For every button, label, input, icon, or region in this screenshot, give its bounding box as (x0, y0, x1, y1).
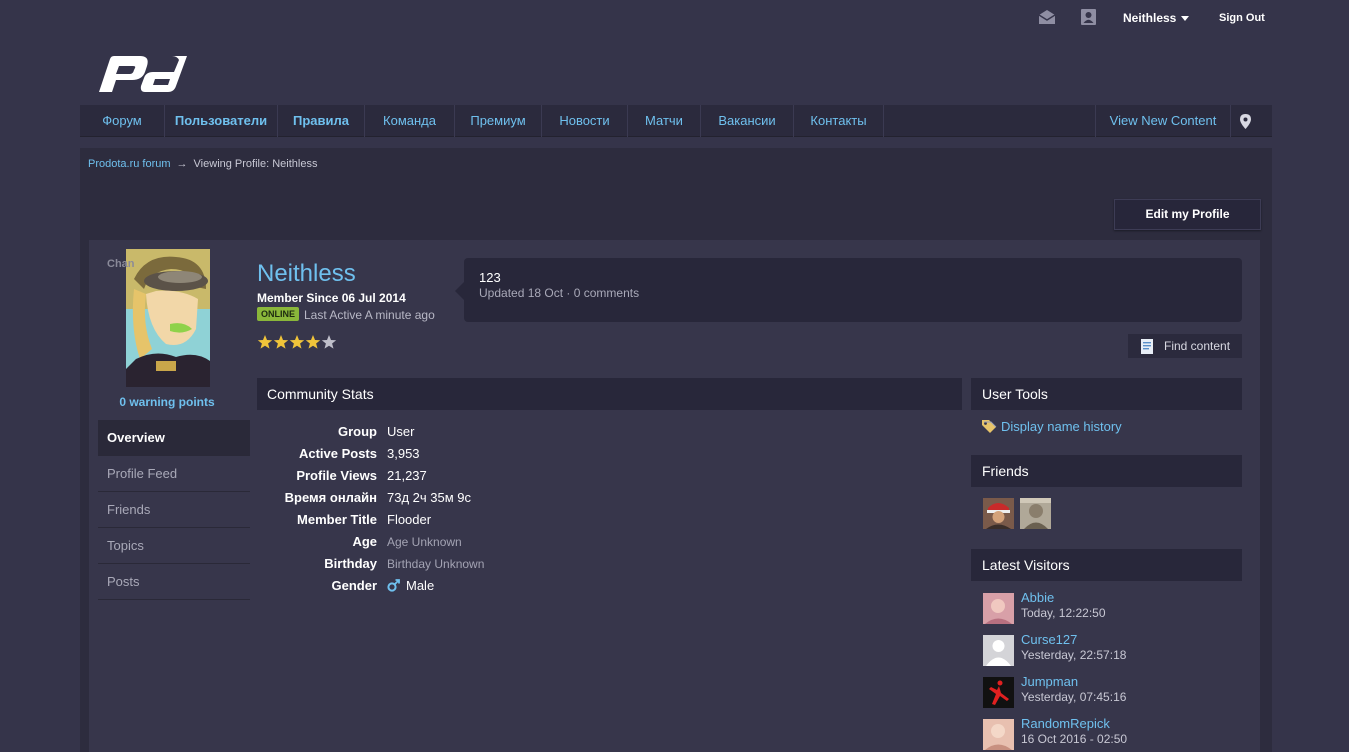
stat-row-age: Age Age Unknown (257, 531, 657, 553)
user-menu-button[interactable]: Neithless (1123, 11, 1176, 25)
user-tools-header: User Tools (971, 378, 1242, 410)
visitor-item: Curse127 Yesterday, 22:57:18 (983, 632, 1243, 668)
visitor-name-link[interactable]: Curse127 (1021, 632, 1077, 647)
nav-item-rules[interactable]: Правила (278, 105, 365, 137)
visitor-name-link[interactable]: Abbie (1021, 590, 1054, 605)
nav-item-matches[interactable]: Матчи (628, 105, 701, 137)
breadcrumb-arrow: → (176, 158, 188, 170)
stat-row-gender: Gender Male (257, 575, 657, 597)
stat-row-birthday: Birthday Birthday Unknown (257, 553, 657, 575)
view-new-content-link[interactable]: View New Content (1095, 105, 1231, 137)
nav-item-premium[interactable]: Премиум (455, 105, 542, 137)
stat-row-online-time: Время онлайн 73д 2ч 35м 9с (257, 487, 657, 509)
stat-row-profile-views: Profile Views 21,237 (257, 465, 657, 487)
friend-avatar[interactable] (983, 498, 1014, 529)
chevron-down-icon[interactable] (1181, 16, 1189, 21)
friend-avatar[interactable] (1020, 498, 1051, 529)
visitor-name-link[interactable]: Jumpman (1021, 674, 1078, 689)
mail-icon[interactable] (1038, 9, 1056, 25)
stat-value: 73д 2ч 35м 9с (387, 490, 472, 505)
profile-side-menu: Overview Profile Feed Friends Topics Pos… (98, 420, 250, 600)
breadcrumb: Prodota.ru forum → Viewing Profile: Neithl… (88, 158, 317, 170)
tab-topics[interactable]: Topics (98, 528, 250, 564)
breadcrumb-current: Viewing Profile: Neithless (193, 158, 318, 170)
map-pin-icon[interactable] (1240, 114, 1251, 129)
male-icon (387, 579, 400, 592)
document-icon (1141, 339, 1153, 354)
stat-row-member-title: Member Title Flooder (257, 509, 657, 531)
visitor-avatar[interactable] (983, 593, 1014, 624)
rating-stars[interactable] (257, 334, 337, 350)
visitor-avatar[interactable] (983, 677, 1014, 708)
star-filled-icon[interactable] (289, 334, 305, 350)
visitor-time: 16 Oct 2016 - 02:50 (1021, 732, 1128, 746)
stat-label: Время онлайн (284, 490, 377, 505)
stat-label: Active Posts (298, 446, 377, 461)
visitor-item: Abbie Today, 12:22:50 (983, 590, 1243, 626)
nav-item-users[interactable]: Пользователи (165, 105, 278, 137)
stat-value: Birthday Unknown (387, 557, 485, 571)
visitor-avatar[interactable] (983, 635, 1014, 666)
visitor-avatar[interactable] (983, 719, 1014, 750)
sign-out-link[interactable]: Sign Out (1219, 12, 1265, 24)
last-active: Last Active A minute ago (304, 308, 435, 322)
stat-value-gender: Male (387, 575, 434, 597)
stat-value: 3,953 (387, 446, 420, 461)
stat-value: Age Unknown (387, 535, 462, 549)
warning-points-link[interactable]: 0 warning points (89, 395, 245, 409)
visitor-time: Today, 12:22:50 (1021, 606, 1106, 620)
edit-profile-button[interactable]: Edit my Profile (1114, 199, 1261, 230)
stat-label: Birthday (324, 556, 377, 571)
display-name-history-link[interactable]: Display name history (981, 419, 1122, 434)
visitor-name-link[interactable]: RandomRepick (1021, 716, 1110, 731)
site-logo[interactable] (98, 48, 188, 94)
nav-item-forum[interactable]: Форум (80, 105, 165, 137)
community-stats-list: Group User Active Posts 3,953 Profile Vi… (257, 421, 657, 597)
community-stats-header: Community Stats (257, 378, 962, 410)
stat-value: 21,237 (387, 468, 427, 483)
user-card-icon[interactable] (1081, 9, 1096, 25)
avatar-overlay-text: Chan (107, 258, 135, 270)
gender-value: Male (406, 578, 435, 593)
tag-icon (982, 420, 997, 433)
stat-label: Profile Views (296, 468, 377, 483)
stat-value: Flooder (387, 512, 432, 527)
stat-label: Member Title (297, 512, 377, 527)
nav-item-news[interactable]: Новости (542, 105, 628, 137)
display-name-history-label: Display name history (1001, 419, 1122, 434)
breadcrumb-root-link[interactable]: Prodota.ru forum (88, 158, 171, 170)
star-empty-icon[interactable] (321, 334, 337, 350)
main-nav: Форум Пользователи Правила Команда Преми… (80, 105, 1272, 137)
nav-item-contacts[interactable]: Контакты (794, 105, 884, 137)
visitor-time: Yesterday, 22:57:18 (1021, 648, 1127, 662)
visitor-time: Yesterday, 07:45:16 (1021, 690, 1127, 704)
stat-label: Gender (331, 578, 377, 593)
member-since: Member Since 06 Jul 2014 (257, 291, 406, 305)
star-filled-icon[interactable] (305, 334, 321, 350)
nav-item-team[interactable]: Команда (365, 105, 455, 137)
profile-avatar (126, 249, 210, 387)
visitor-item: Jumpman Yesterday, 07:45:16 (983, 674, 1243, 710)
stat-label: Age (352, 534, 377, 549)
online-badge: ONLINE (257, 307, 300, 321)
stat-label: Group (338, 424, 377, 439)
nav-item-vacancies[interactable]: Вакансии (701, 105, 794, 137)
stat-row-active-posts: Active Posts 3,953 (257, 443, 657, 465)
friends-header: Friends (971, 455, 1242, 487)
top-bar: Neithless Sign Out (0, 0, 1349, 36)
tab-profile-feed[interactable]: Profile Feed (98, 456, 250, 492)
status-text: 123 (479, 270, 501, 285)
tab-posts[interactable]: Posts (98, 564, 250, 600)
tab-overview[interactable]: Overview (98, 420, 250, 456)
status-meta: Updated 18 Oct · 0 comments (479, 286, 640, 300)
visitor-item: RandomRepick 16 Oct 2016 - 02:50 (983, 716, 1243, 752)
star-filled-icon[interactable] (273, 334, 289, 350)
profile-name: Neithless (257, 260, 356, 287)
stat-value: User (387, 424, 415, 439)
tab-friends[interactable]: Friends (98, 492, 250, 528)
stat-row-group: Group User (257, 421, 657, 443)
latest-visitors-header: Latest Visitors (971, 549, 1242, 581)
star-filled-icon[interactable] (257, 334, 273, 350)
